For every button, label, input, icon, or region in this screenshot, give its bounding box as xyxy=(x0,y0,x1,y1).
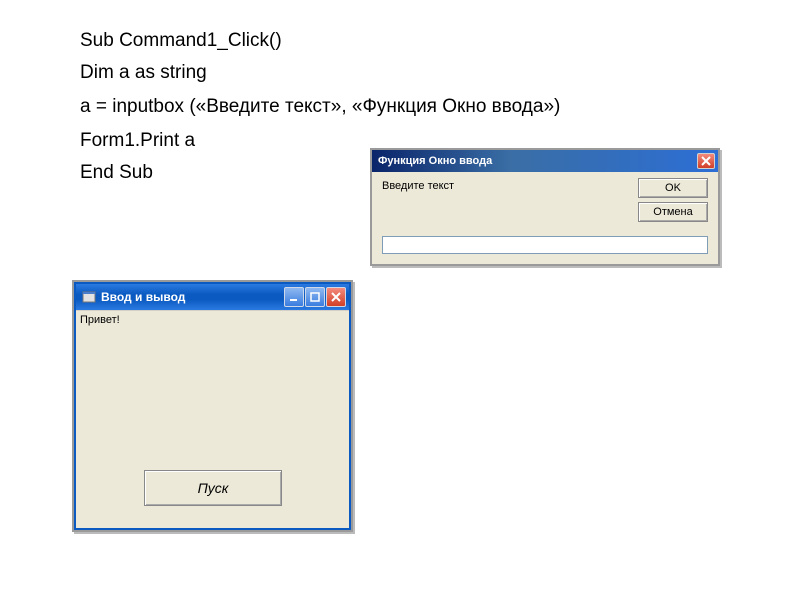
form-titlebar[interactable]: Ввод и вывод xyxy=(76,284,349,310)
close-icon[interactable] xyxy=(697,153,715,169)
form-body: Привет! Пуск xyxy=(76,310,349,528)
code-line-3: a = inputbox («Введите текст», «Функция … xyxy=(80,96,560,118)
code-line-2: Dim a as string xyxy=(80,62,207,84)
close-icon[interactable] xyxy=(326,287,346,307)
window-controls xyxy=(284,287,346,307)
maximize-icon[interactable] xyxy=(305,287,325,307)
form-output-text: Привет! xyxy=(80,314,120,326)
inputbox-input[interactable] xyxy=(382,236,708,254)
form-window: Ввод и вывод Привет! Пуск xyxy=(72,280,353,532)
inputbox-title: Функция Окно ввода xyxy=(378,155,492,167)
inputbox-body: Введите текст OK Отмена xyxy=(372,172,718,264)
inputbox-prompt: Введите текст xyxy=(382,180,454,192)
ok-button[interactable]: OK xyxy=(638,178,708,198)
code-line-4: Form1.Print a xyxy=(80,130,195,152)
minimize-icon[interactable] xyxy=(284,287,304,307)
code-line-1: Sub Command1_Click() xyxy=(80,30,282,52)
cancel-button[interactable]: Отмена xyxy=(638,202,708,222)
run-button[interactable]: Пуск xyxy=(144,470,282,506)
inputbox-dialog: Функция Окно ввода Введите текст OK Отме… xyxy=(370,148,720,266)
inputbox-titlebar[interactable]: Функция Окно ввода xyxy=(372,150,718,172)
code-line-5: End Sub xyxy=(80,162,153,184)
form-title: Ввод и вывод xyxy=(101,290,185,304)
form-icon xyxy=(82,290,96,304)
